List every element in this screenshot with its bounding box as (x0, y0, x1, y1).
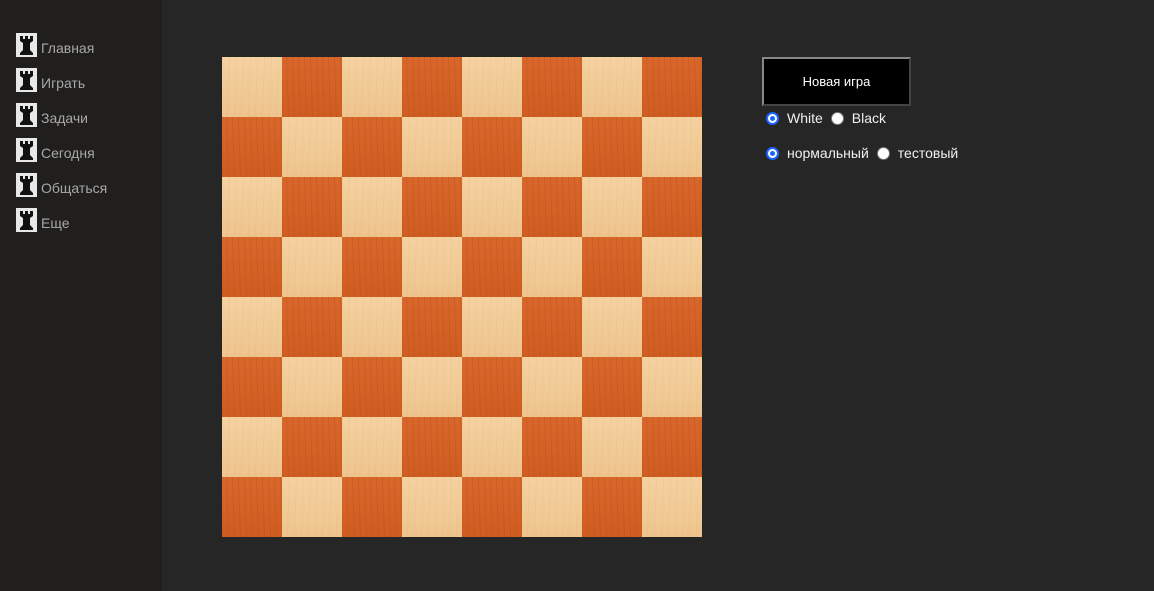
normal-mode-radio[interactable] (766, 146, 779, 160)
color-radio-group: White Black (766, 110, 894, 126)
board-square[interactable] (582, 117, 642, 177)
rook-icon (16, 68, 37, 92)
board-square[interactable] (342, 117, 402, 177)
black-radio[interactable] (830, 111, 844, 125)
board-square[interactable] (582, 237, 642, 297)
board-square[interactable] (402, 177, 462, 237)
nav-label: Играть (41, 75, 86, 91)
normal-mode-label[interactable]: нормальный (787, 145, 869, 161)
board-square[interactable] (402, 357, 462, 417)
board-square[interactable] (282, 177, 342, 237)
board-square[interactable] (582, 297, 642, 357)
white-radio[interactable] (766, 111, 779, 125)
rook-icon (16, 33, 37, 57)
chess-board[interactable] (222, 57, 702, 537)
nav-item-more[interactable]: Еще (16, 206, 70, 232)
nav-item-social[interactable]: Общаться (16, 171, 107, 197)
nav-label: Общаться (41, 180, 108, 196)
board-square[interactable] (342, 417, 402, 477)
board-square[interactable] (522, 57, 582, 117)
board-square[interactable] (462, 417, 522, 477)
board-square[interactable] (222, 477, 282, 537)
board-square[interactable] (462, 177, 522, 237)
board-square[interactable] (222, 237, 282, 297)
board-square[interactable] (462, 357, 522, 417)
board-square[interactable] (222, 177, 282, 237)
nav-label: Главная (41, 40, 95, 56)
board-square[interactable] (342, 477, 402, 537)
board-square[interactable] (522, 417, 582, 477)
board-square[interactable] (402, 57, 462, 117)
board-square[interactable] (522, 357, 582, 417)
board-square[interactable] (282, 357, 342, 417)
board-square[interactable] (342, 237, 402, 297)
board-square[interactable] (582, 57, 642, 117)
rook-icon (16, 138, 37, 162)
board-square[interactable] (222, 117, 282, 177)
black-radio-label[interactable]: Black (852, 110, 886, 126)
board-square[interactable] (522, 297, 582, 357)
board-square[interactable] (642, 237, 702, 297)
board-square[interactable] (582, 477, 642, 537)
mode-radio-group: нормальный тестовый (766, 145, 966, 161)
board-square[interactable] (462, 117, 522, 177)
sidebar: Главная Играть Задачи Сегодня Общаться Е… (0, 0, 162, 591)
nav-label: Сегодня (41, 145, 95, 161)
board-square[interactable] (462, 237, 522, 297)
board-square[interactable] (282, 297, 342, 357)
rook-icon (16, 103, 37, 127)
test-mode-label[interactable]: тестовый (898, 145, 958, 161)
board-square[interactable] (402, 117, 462, 177)
board-square[interactable] (402, 297, 462, 357)
nav-item-home[interactable]: Главная (16, 31, 94, 57)
board-square[interactable] (282, 477, 342, 537)
board-square[interactable] (222, 297, 282, 357)
nav-item-puzzles[interactable]: Задачи (16, 101, 88, 127)
nav-label: Задачи (41, 110, 89, 126)
board-square[interactable] (342, 297, 402, 357)
board-square[interactable] (342, 357, 402, 417)
nav-label: Еще (41, 215, 70, 231)
board-square[interactable] (222, 357, 282, 417)
board-square[interactable] (402, 477, 462, 537)
board-square[interactable] (222, 57, 282, 117)
board-square[interactable] (642, 477, 702, 537)
rook-icon (16, 173, 37, 197)
board-square[interactable] (402, 237, 462, 297)
board-square[interactable] (642, 417, 702, 477)
board-square[interactable] (222, 417, 282, 477)
board-square[interactable] (462, 297, 522, 357)
rook-icon (16, 208, 37, 232)
board-square[interactable] (522, 477, 582, 537)
board-square[interactable] (342, 57, 402, 117)
board-square[interactable] (522, 117, 582, 177)
board-square[interactable] (642, 117, 702, 177)
new-game-button[interactable]: Новая игра (762, 57, 911, 106)
white-radio-label[interactable]: White (787, 110, 823, 126)
board-square[interactable] (582, 357, 642, 417)
test-mode-radio[interactable] (876, 146, 890, 160)
board-square[interactable] (282, 237, 342, 297)
board-square[interactable] (282, 417, 342, 477)
board-square[interactable] (282, 57, 342, 117)
board-square[interactable] (642, 297, 702, 357)
nav-item-play[interactable]: Играть (16, 66, 85, 92)
board-square[interactable] (642, 177, 702, 237)
board-square[interactable] (342, 177, 402, 237)
board-square[interactable] (462, 57, 522, 117)
nav-item-today[interactable]: Сегодня (16, 136, 95, 162)
board-square[interactable] (642, 57, 702, 117)
board-square[interactable] (582, 417, 642, 477)
board-square[interactable] (582, 177, 642, 237)
board-square[interactable] (402, 417, 462, 477)
board-square[interactable] (282, 117, 342, 177)
board-square[interactable] (522, 177, 582, 237)
board-square[interactable] (642, 357, 702, 417)
board-square[interactable] (522, 237, 582, 297)
board-square[interactable] (462, 477, 522, 537)
